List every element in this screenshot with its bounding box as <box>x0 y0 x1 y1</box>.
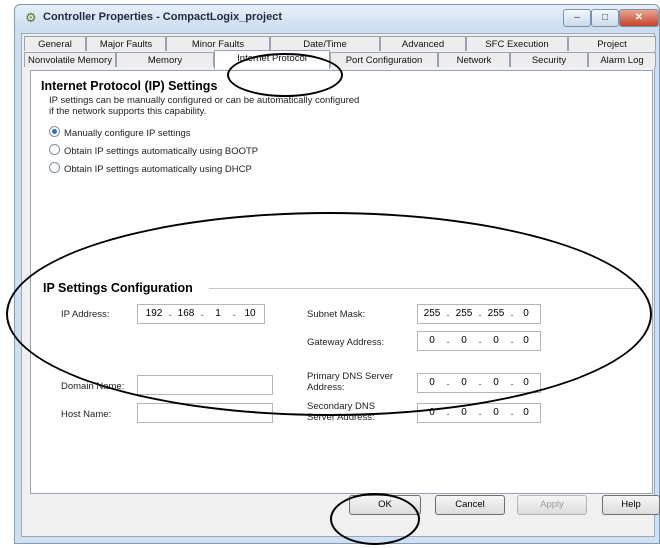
secondary-dns-octet-3: 0 <box>493 407 499 418</box>
subnet-octet-3: 255 <box>487 308 505 319</box>
radio-dhcp-label: Obtain IP settings automatically using D… <box>64 164 252 175</box>
secondary-dns-octet-2: 0 <box>461 407 467 418</box>
gateway-octet-4: 0 <box>523 335 529 346</box>
minimize-button[interactable]: – <box>563 9 591 27</box>
title-bar[interactable]: ⚙ Controller Properties - CompactLogix_p… <box>15 5 659 31</box>
radio-manual[interactable]: Manually configure IP settings <box>49 126 191 139</box>
domain-name-field[interactable] <box>137 375 273 395</box>
host-name-field[interactable] <box>137 403 273 423</box>
maximize-button[interactable]: □ <box>591 9 619 27</box>
radio-dhcp[interactable]: Obtain IP settings automatically using D… <box>49 162 252 175</box>
ip-config-heading: IP Settings Configuration <box>43 281 193 295</box>
tab-date-time[interactable]: Date/Time <box>270 36 380 51</box>
ip-octet-2: 168 <box>177 308 195 319</box>
tab-memory[interactable]: Memory <box>116 52 214 67</box>
subnet-octet-2: 255 <box>455 308 473 319</box>
internet-protocol-panel: Internet Protocol (IP) Settings IP setti… <box>30 70 653 494</box>
tab-general[interactable]: General <box>24 36 86 51</box>
domain-name-label: Domain Name: <box>61 381 125 392</box>
secondary-dns-label-line-1: Secondary DNS <box>307 401 376 412</box>
radio-button-selected[interactable] <box>49 126 60 137</box>
secondary-dns-label-line-2: Server Address: <box>307 412 375 423</box>
gateway-label: Gateway Address: <box>307 337 385 348</box>
secondary-dns-octet-1: 0 <box>429 407 435 418</box>
cancel-button[interactable]: Cancel <box>435 495 505 515</box>
octet-separator: . <box>478 335 482 346</box>
subnet-octet-1: 255 <box>423 308 441 319</box>
subnet-mask-field[interactable]: 255 . 255 . 255 . 0 <box>417 304 541 324</box>
ok-button[interactable]: OK <box>349 495 421 515</box>
ip-settings-heading: Internet Protocol (IP) Settings <box>41 79 218 93</box>
tab-alarm-log[interactable]: Alarm Log <box>588 52 656 67</box>
tab-minor-faults[interactable]: Minor Faults <box>166 36 270 51</box>
description-line-1: IP settings can be manually configured o… <box>49 95 360 106</box>
subnet-mask-label: Subnet Mask: <box>307 309 366 320</box>
radio-bootp[interactable]: Obtain IP settings automatically using B… <box>49 144 258 157</box>
octet-separator: . <box>478 308 482 319</box>
secondary-dns-field[interactable]: 0 . 0 . 0 . 0 <box>417 403 541 423</box>
octet-separator: . <box>446 308 450 319</box>
gear-icon: ⚙ <box>25 10 37 25</box>
tab-network[interactable]: Network <box>438 52 510 67</box>
section-divider <box>209 288 639 289</box>
secondary-dns-label: Secondary DNS Server Address: <box>307 401 375 423</box>
ip-address-field[interactable]: 192 . 168 . 1 . 10 <box>137 304 265 324</box>
controller-properties-window: ⚙ Controller Properties - CompactLogix_p… <box>14 4 660 544</box>
apply-button[interactable]: Apply <box>517 495 587 515</box>
subnet-octet-4: 0 <box>523 308 529 319</box>
tab-nonvolatile-memory[interactable]: Nonvolatile Memory <box>24 52 116 67</box>
close-button[interactable]: ✕ <box>619 9 659 27</box>
dialog-client-area: General Major Faults Minor Faults Date/T… <box>21 33 660 537</box>
help-button[interactable]: Help <box>602 495 660 515</box>
octet-separator: . <box>446 377 450 388</box>
host-name-label: Host Name: <box>61 409 112 420</box>
octet-separator: . <box>446 335 450 346</box>
tab-security[interactable]: Security <box>510 52 588 67</box>
octet-separator: . <box>478 407 482 418</box>
gateway-octet-3: 0 <box>493 335 499 346</box>
tab-sfc-execution[interactable]: SFC Execution <box>466 36 568 51</box>
ip-address-label: IP Address: <box>61 309 110 320</box>
primary-dns-octet-2: 0 <box>461 377 467 388</box>
primary-dns-octet-4: 0 <box>523 377 529 388</box>
octet-separator: . <box>168 308 172 319</box>
ip-settings-description: IP settings can be manually configured o… <box>49 95 449 117</box>
octet-separator: . <box>446 407 450 418</box>
tab-row-1: General Major Faults Minor Faults Date/T… <box>24 36 656 52</box>
description-line-2: if the network supports this capability. <box>49 106 207 117</box>
octet-separator: . <box>232 308 236 319</box>
primary-dns-label: Primary DNS Server Address: <box>307 371 393 393</box>
tab-internet-protocol[interactable]: Internet Protocol <box>214 50 330 69</box>
primary-dns-field[interactable]: 0 . 0 . 0 . 0 <box>417 373 541 393</box>
radio-bootp-label: Obtain IP settings automatically using B… <box>64 146 259 157</box>
radio-button[interactable] <box>49 162 60 173</box>
tab-port-configuration[interactable]: Port Configuration <box>330 52 438 67</box>
radio-button[interactable] <box>49 144 60 155</box>
tab-project[interactable]: Project <box>568 36 656 51</box>
primary-dns-label-line-1: Primary DNS Server <box>307 371 394 382</box>
tab-major-faults[interactable]: Major Faults <box>86 36 166 51</box>
ip-octet-3: 1 <box>215 308 221 319</box>
ip-octet-4: 10 <box>244 308 256 319</box>
primary-dns-label-line-2: Address: <box>307 382 345 393</box>
gateway-field[interactable]: 0 . 0 . 0 . 0 <box>417 331 541 351</box>
gateway-octet-1: 0 <box>429 335 435 346</box>
radio-manual-label: Manually configure IP settings <box>64 128 191 139</box>
primary-dns-octet-1: 0 <box>429 377 435 388</box>
tab-row-2: Nonvolatile Memory Memory Internet Proto… <box>24 50 656 69</box>
window-title: Controller Properties - CompactLogix_pro… <box>43 11 282 23</box>
octet-separator: . <box>478 377 482 388</box>
tab-advanced[interactable]: Advanced <box>380 36 466 51</box>
secondary-dns-octet-4: 0 <box>523 407 529 418</box>
gateway-octet-2: 0 <box>461 335 467 346</box>
primary-dns-octet-3: 0 <box>493 377 499 388</box>
octet-separator: . <box>200 308 204 319</box>
ip-octet-1: 192 <box>145 308 163 319</box>
